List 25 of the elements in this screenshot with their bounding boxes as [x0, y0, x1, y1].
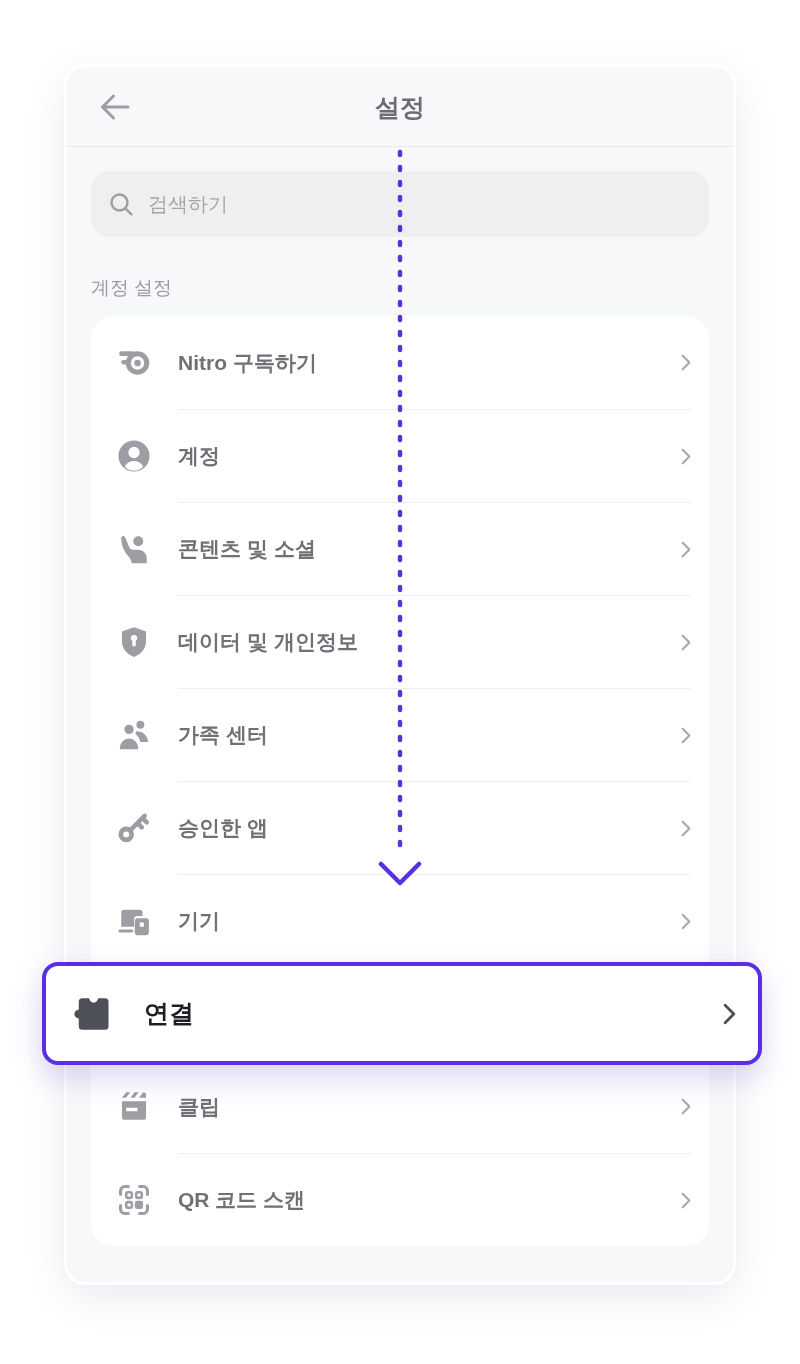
- settings-item[interactable]: 콘텐츠 및 소셜: [91, 502, 709, 595]
- chevron-right-icon: [681, 1191, 691, 1209]
- settings-item[interactable]: 클립: [91, 1065, 709, 1153]
- chevron-right-icon: [681, 819, 691, 837]
- chevron-right-icon: [681, 447, 691, 465]
- page-title: 설정: [375, 91, 425, 123]
- settings-item[interactable]: 승인한 앱: [91, 781, 709, 874]
- chevron-right-icon: [723, 1002, 736, 1025]
- back-arrow-icon: [100, 93, 130, 120]
- search-field[interactable]: 검색하기: [91, 171, 709, 237]
- chevron-right-icon: [681, 633, 691, 651]
- section-heading: 계정 설정: [91, 276, 174, 300]
- settings-item[interactable]: 데이터 및 개인정보: [91, 595, 709, 688]
- settings-item[interactable]: 계정: [91, 409, 709, 502]
- chevron-right-icon: [681, 1098, 691, 1115]
- settings-item[interactable]: Nitro 구독하기: [91, 316, 709, 409]
- chevron-right-icon: [681, 912, 691, 930]
- chevron-right-icon: [681, 354, 691, 371]
- search-icon: [110, 193, 133, 216]
- chevron-right-icon: [681, 540, 691, 558]
- settings-item[interactable]: QR 코드 스캔: [91, 1153, 709, 1246]
- qr-scan-icon: [117, 1182, 151, 1217]
- chevron-right-icon: [681, 726, 691, 744]
- settings-item[interactable]: 연결: [42, 962, 762, 1065]
- settings-item[interactable]: 가족 센터: [91, 688, 709, 781]
